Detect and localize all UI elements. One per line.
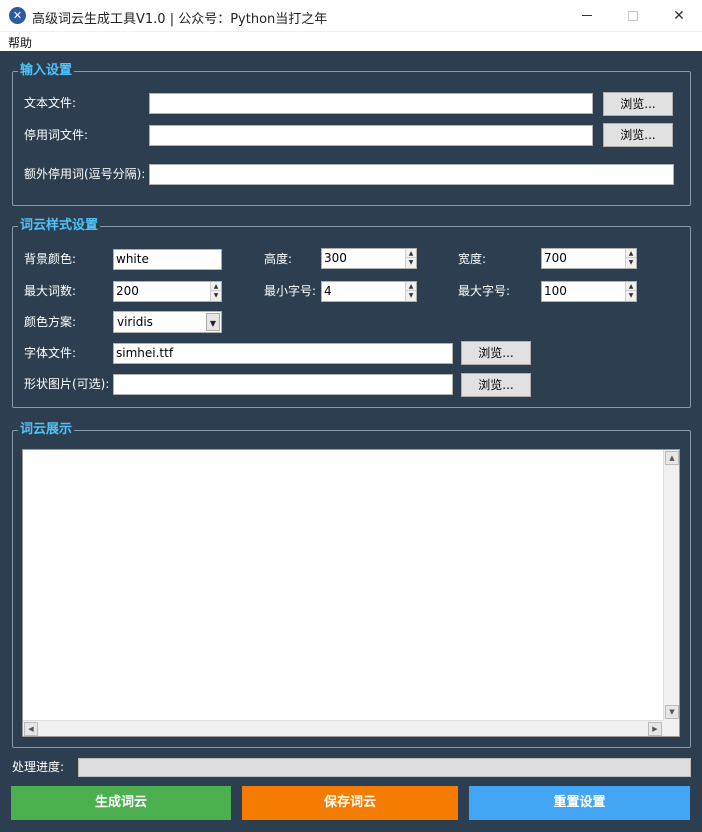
scroll-down-icon[interactable]: ▼ — [665, 705, 679, 719]
max-words-spin-arrows: ▲ ▼ — [210, 282, 221, 301]
menu-bar: 帮助 — [0, 31, 702, 51]
spin-up-icon[interactable]: ▲ — [211, 282, 221, 291]
width-spinbox[interactable]: 700 ▲ ▼ — [541, 248, 637, 269]
height-spin-arrows: ▲ ▼ — [405, 249, 416, 268]
max-font-label: 最大字号: — [458, 284, 511, 298]
mask-image-label: 形状图片(可选): — [24, 377, 110, 391]
height-label: 高度: — [264, 252, 293, 266]
stopwords-input[interactable] — [149, 125, 593, 146]
vertical-scrollbar[interactable]: ▲ ▼ — [663, 450, 679, 720]
spin-down-icon[interactable]: ▼ — [406, 258, 416, 267]
min-font-spinbox[interactable]: 4 ▲ ▼ — [321, 281, 417, 302]
spin-down-icon[interactable]: ▼ — [211, 291, 221, 300]
scroll-left-icon[interactable]: ◀ — [24, 722, 38, 736]
scroll-right-icon[interactable]: ▶ — [648, 722, 662, 736]
spin-up-icon[interactable]: ▲ — [626, 282, 636, 291]
width-value: 700 — [544, 251, 567, 265]
maximize-icon — [628, 10, 638, 21]
extra-stopwords-input[interactable] — [149, 164, 674, 185]
stopwords-label: 停用词文件: — [24, 128, 89, 142]
text-file-label: 文本文件: — [24, 96, 77, 110]
text-file-browse-button[interactable]: 浏览... — [603, 92, 673, 116]
close-icon: ✕ — [673, 7, 685, 24]
scrollbar-corner — [663, 720, 679, 736]
font-file-browse-button[interactable]: 浏览... — [461, 341, 531, 365]
input-settings-title: 输入设置 — [18, 63, 75, 79]
chevron-down-icon[interactable]: ▼ — [206, 313, 220, 331]
mask-image-browse-button[interactable]: 浏览... — [461, 373, 531, 397]
spin-up-icon[interactable]: ▲ — [406, 249, 416, 258]
max-font-value: 100 — [544, 284, 567, 298]
horizontal-scrollbar[interactable]: ◀ ▶ — [23, 720, 663, 736]
scroll-up-icon[interactable]: ▲ — [665, 451, 679, 465]
style-settings-title: 词云样式设置 — [18, 218, 101, 234]
spin-down-icon[interactable]: ▼ — [626, 258, 636, 267]
spin-up-icon[interactable]: ▲ — [626, 249, 636, 258]
font-file-input[interactable]: simhei.ttf — [113, 343, 453, 364]
wordcloud-display-title: 词云展示 — [18, 422, 75, 438]
bg-color-label: 背景颜色: — [24, 252, 77, 266]
save-button[interactable]: 保存词云 — [242, 786, 458, 820]
minimize-icon — [582, 15, 592, 16]
spin-down-icon[interactable]: ▼ — [626, 291, 636, 300]
mask-image-input[interactable] — [113, 374, 453, 395]
width-spin-arrows: ▲ ▼ — [625, 249, 636, 268]
maximize-button[interactable] — [610, 0, 656, 31]
text-file-input[interactable] — [149, 93, 593, 114]
spin-up-icon[interactable]: ▲ — [406, 282, 416, 291]
menu-help[interactable]: 帮助 — [8, 34, 32, 51]
wordcloud-canvas[interactable]: ▲ ▼ ◀ ▶ — [22, 449, 680, 737]
stopwords-browse-button[interactable]: 浏览... — [603, 123, 673, 147]
max-font-spinbox[interactable]: 100 ▲ ▼ — [541, 281, 637, 302]
max-words-label: 最大词数: — [24, 284, 77, 298]
max-font-spin-arrows: ▲ ▼ — [625, 282, 636, 301]
extra-stopwords-label: 额外停用词(逗号分隔): — [24, 167, 146, 181]
progress-bar — [78, 758, 691, 777]
height-value: 300 — [324, 251, 347, 265]
generate-button[interactable]: 生成词云 — [11, 786, 231, 820]
bg-color-input[interactable]: white — [113, 249, 222, 270]
max-words-value: 200 — [116, 284, 139, 298]
height-spinbox[interactable]: 300 ▲ ▼ — [321, 248, 417, 269]
title-bar: ✕ 高级词云生成工具V1.0 | 公众号：Python当打之年 ✕ — [0, 0, 702, 31]
colormap-label: 颜色方案: — [24, 315, 77, 329]
app-logo-icon: ✕ — [9, 7, 26, 24]
minimize-button[interactable] — [564, 0, 610, 31]
colormap-select[interactable]: viridis ▼ — [113, 311, 222, 333]
min-font-spin-arrows: ▲ ▼ — [405, 282, 416, 301]
window-title: 高级词云生成工具V1.0 | 公众号：Python当打之年 — [32, 12, 328, 27]
min-font-label: 最小字号: — [264, 284, 317, 298]
spin-down-icon[interactable]: ▼ — [406, 291, 416, 300]
font-file-label: 字体文件: — [24, 346, 77, 360]
close-button[interactable]: ✕ — [656, 0, 702, 31]
reset-button[interactable]: 重置设置 — [469, 786, 690, 820]
progress-label: 处理进度: — [12, 760, 65, 774]
width-label: 宽度: — [458, 252, 487, 266]
min-font-value: 4 — [324, 284, 332, 298]
max-words-spinbox[interactable]: 200 ▲ ▼ — [113, 281, 222, 302]
colormap-value: viridis — [117, 315, 153, 329]
